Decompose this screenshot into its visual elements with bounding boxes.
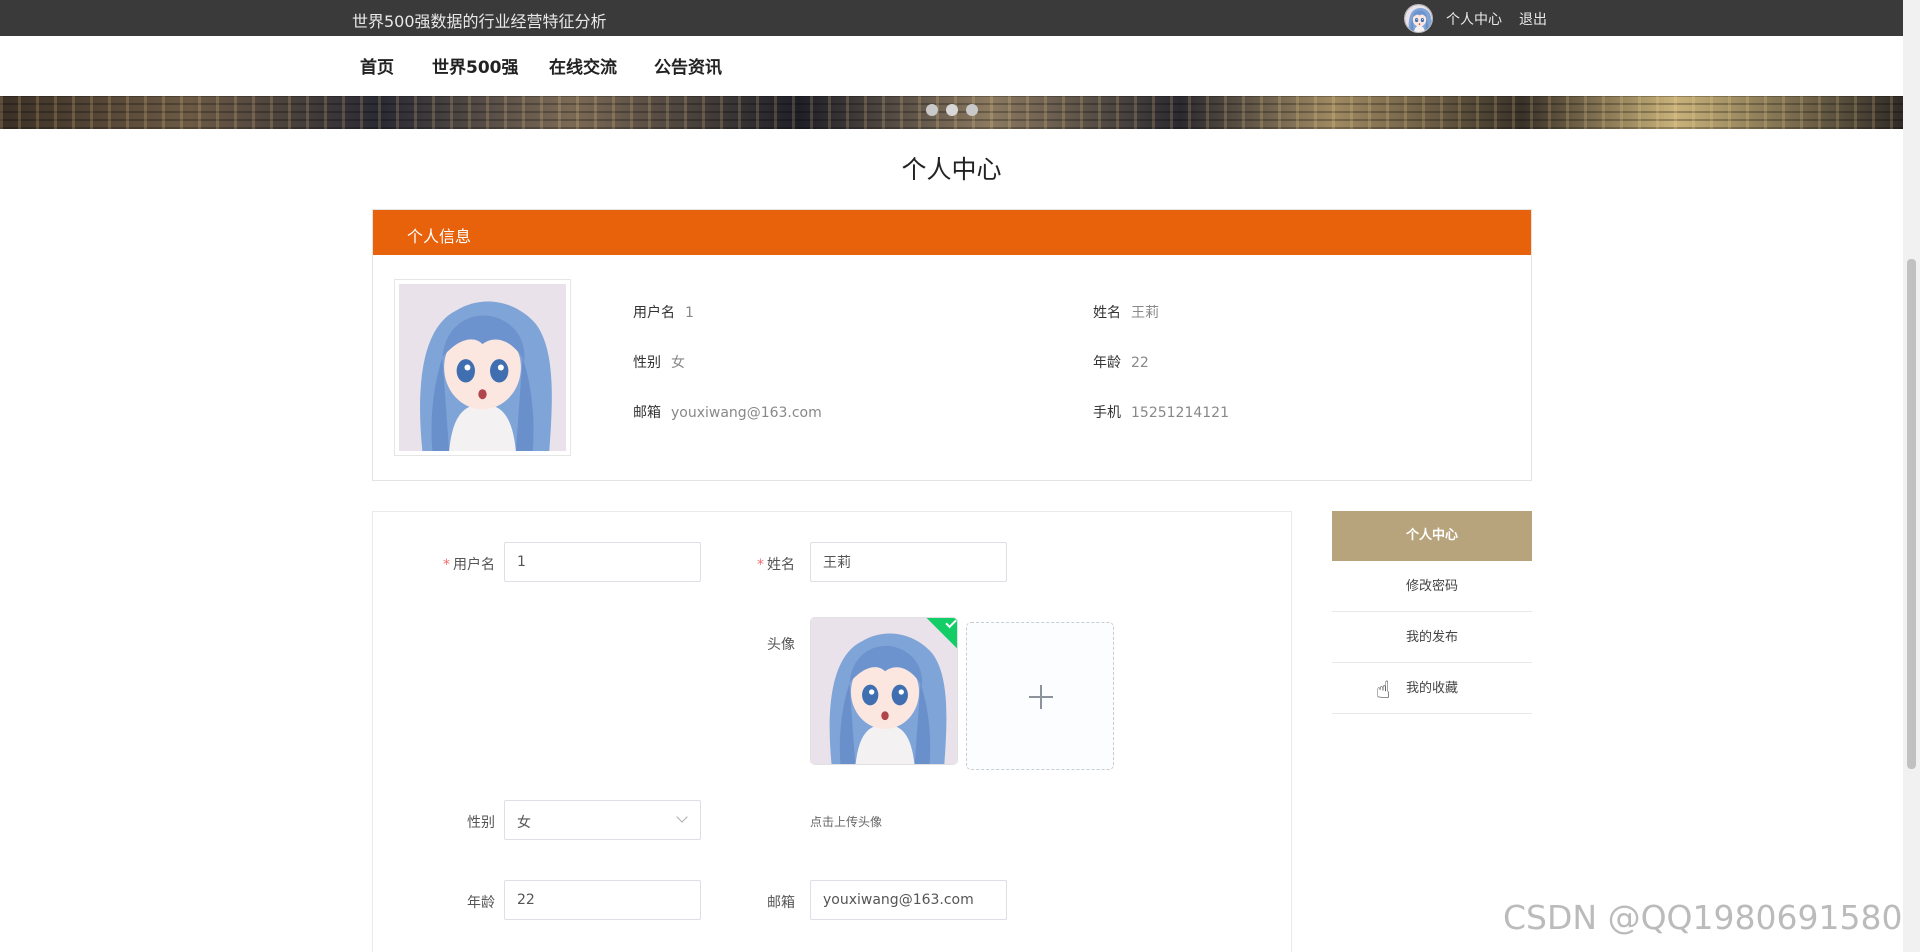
name-field-label: * 姓名 bbox=[695, 554, 795, 574]
username-label-text: 用户名 bbox=[453, 557, 495, 573]
username-field-label: * 用户名 bbox=[395, 554, 495, 574]
gender-select[interactable]: 女 bbox=[504, 800, 701, 840]
profile-edit-form: *用户名 *姓名 头像 点击上传头像 性别 女 年龄 邮箱 bbox=[372, 511, 1292, 952]
upload-add-button[interactable] bbox=[966, 622, 1114, 770]
top-bar: 世界500强数据的行业经营特征分析 个人中心 退出 bbox=[0, 0, 1903, 36]
info-name-label: 姓名 bbox=[1093, 305, 1121, 321]
gender-field-label: 性别 bbox=[467, 815, 495, 831]
info-phone-value: 15251214121 bbox=[1131, 405, 1229, 421]
info-username: 用户名 1 bbox=[633, 302, 694, 322]
side-item-user-center[interactable]: 个人中心 bbox=[1332, 511, 1532, 561]
info-username-label: 用户名 bbox=[633, 305, 675, 321]
avatar-field-label: 头像 bbox=[767, 637, 795, 653]
site-title: 世界500强数据的行业经营特征分析 bbox=[352, 12, 607, 31]
chevron-down-icon bbox=[676, 811, 688, 823]
username-input[interactable] bbox=[504, 542, 701, 582]
side-item-my-favorites[interactable]: 我的收藏 bbox=[1332, 663, 1532, 714]
carousel-dot-3[interactable] bbox=[966, 104, 978, 116]
required-mark: * bbox=[443, 557, 450, 573]
watermark: CSDN @QQ1980691580 bbox=[1503, 898, 1903, 937]
age-field-label: 年龄 bbox=[467, 895, 495, 911]
info-age-label: 年龄 bbox=[1093, 355, 1121, 371]
hand-cursor-icon: ☝ bbox=[1376, 676, 1391, 704]
nav-item-forum[interactable]: 在线交流 bbox=[549, 53, 617, 78]
carousel-dot-2[interactable] bbox=[946, 104, 958, 116]
gender-select-value: 女 bbox=[517, 815, 531, 831]
user-avatar[interactable] bbox=[1404, 4, 1433, 33]
info-gender-value: 女 bbox=[671, 355, 685, 371]
info-email: 邮箱 youxiwang@163.com bbox=[633, 402, 822, 422]
upload-hint: 点击上传头像 bbox=[810, 815, 883, 829]
nav-item-news[interactable]: 公告资讯 bbox=[654, 53, 722, 78]
info-name: 姓名 王莉 bbox=[1093, 302, 1159, 322]
age-input[interactable] bbox=[504, 880, 701, 920]
main-nav: 首页 世界500强 在线交流 公告资讯 bbox=[0, 36, 1903, 96]
carousel-dot-1[interactable] bbox=[926, 104, 938, 116]
info-phone-label: 手机 bbox=[1093, 405, 1121, 421]
info-age: 年龄 22 bbox=[1093, 352, 1149, 372]
email-field-label: 邮箱 bbox=[767, 895, 795, 911]
avatar-image bbox=[1405, 5, 1432, 32]
required-mark: * bbox=[757, 557, 764, 573]
info-gender: 性别女 bbox=[633, 352, 685, 372]
logout-link[interactable]: 退出 bbox=[1519, 9, 1547, 29]
uploaded-avatar[interactable] bbox=[810, 617, 958, 765]
name-input[interactable] bbox=[810, 542, 1007, 582]
nav-item-home[interactable]: 首页 bbox=[360, 53, 394, 78]
nav-item-fortune500[interactable]: 世界500强 bbox=[432, 53, 519, 78]
info-name-value: 王莉 bbox=[1131, 305, 1159, 321]
side-menu: 个人中心 修改密码 我的发布 我的收藏 bbox=[1332, 511, 1532, 714]
personal-info-card: 个人信息 用户名 1 姓名 王莉 性别女 年龄 22 邮箱 youxiwang@163.… bbox=[372, 209, 1532, 481]
scrollbar-thumb[interactable] bbox=[1907, 259, 1916, 769]
side-item-my-posts[interactable]: 我的发布 bbox=[1332, 612, 1532, 663]
name-label-text: 姓名 bbox=[767, 557, 795, 573]
info-card-header: 个人信息 bbox=[373, 210, 1531, 255]
user-center-link[interactable]: 个人中心 bbox=[1446, 9, 1502, 29]
profile-photo bbox=[394, 279, 571, 456]
side-item-change-password[interactable]: 修改密码 bbox=[1332, 561, 1532, 612]
info-email-label: 邮箱 bbox=[633, 405, 661, 421]
page-scrollbar[interactable] bbox=[1903, 0, 1920, 952]
uploaded-avatar-image bbox=[811, 618, 957, 764]
info-phone: 手机 15251214121 bbox=[1093, 402, 1229, 422]
email-input[interactable] bbox=[810, 880, 1007, 920]
info-email-value: youxiwang@163.com bbox=[671, 405, 822, 421]
info-username-value: 1 bbox=[685, 305, 694, 321]
info-age-value: 22 bbox=[1131, 355, 1149, 371]
page-title: 个人中心 bbox=[901, 155, 1002, 184]
info-gender-label: 性别 bbox=[633, 355, 661, 371]
profile-photo-image bbox=[399, 284, 566, 451]
info-card-title: 个人信息 bbox=[407, 227, 472, 246]
